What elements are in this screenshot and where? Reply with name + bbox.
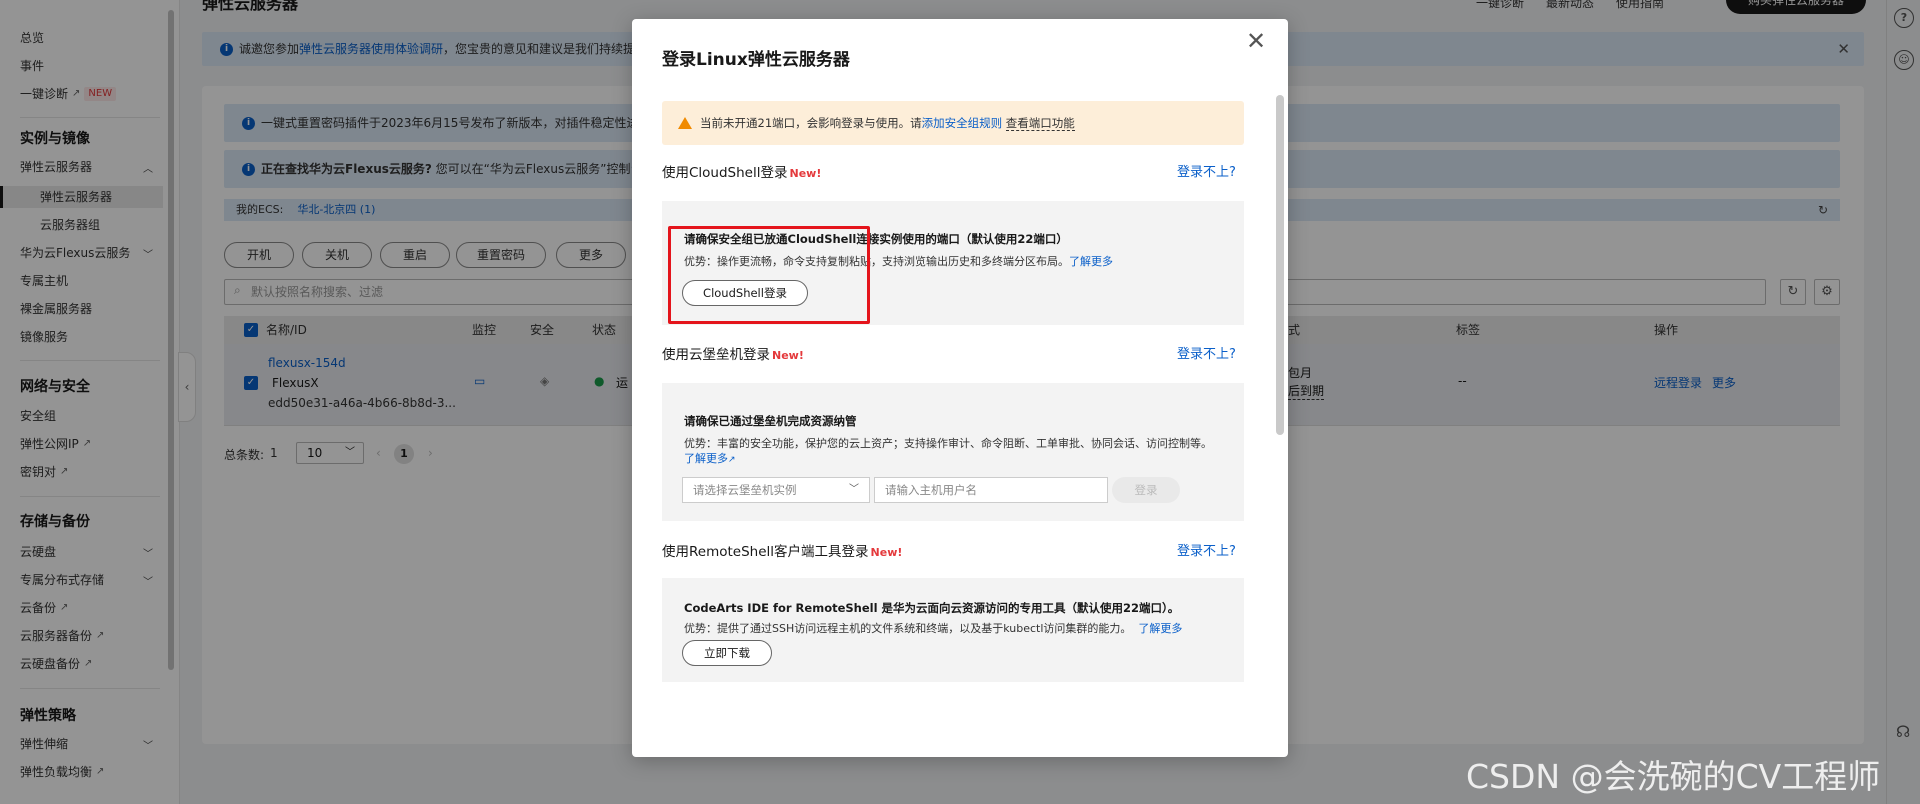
bastion-help-link[interactable]: 登录不上? xyxy=(1177,343,1236,362)
section-title-text: 使用CloudShell登录 xyxy=(662,165,788,181)
dialog-title: 登录Linux弹性云服务器 xyxy=(662,50,850,70)
new-tag: New! xyxy=(772,349,804,362)
login-dialog: 登录Linux弹性云服务器 ✕ 当前未开通21端口，会影响登录与使用。请添加安全… xyxy=(632,19,1288,757)
port-warning: 当前未开通21端口，会影响登录与使用。请添加安全组规则 查看端口功能 xyxy=(662,101,1244,145)
new-tag: New! xyxy=(870,546,903,559)
dialog-scrollbar[interactable] xyxy=(1276,95,1284,435)
remoteshell-description: 优势：提供了通过SSH访问远程主机的文件系统和终端，以及基于kubectl访问集… xyxy=(684,620,1182,636)
download-button[interactable]: 立即下载 xyxy=(682,640,772,666)
description-text: 优势：提供了通过SSH访问远程主机的文件系统和终端，以及基于kubectl访问集… xyxy=(684,622,1132,635)
warning-icon xyxy=(678,116,692,129)
learn-more-link[interactable]: 了解更多 xyxy=(1069,255,1113,268)
bastion-description: 优势：丰富的安全功能，保护您的云上资产；支持操作审计、命令阻断、工单审批、协同会… xyxy=(684,437,1212,450)
bastion-section-title: 使用云堡垒机登录 New! xyxy=(662,343,804,363)
learn-more-link[interactable]: 了解更多 xyxy=(684,452,728,465)
close-icon[interactable]: ✕ xyxy=(1246,29,1266,53)
external-link-icon: ↗ xyxy=(728,455,736,465)
section-title-text: 使用RemoteShell客户端工具登录 xyxy=(662,544,869,560)
new-tag: New! xyxy=(789,167,822,180)
select-placeholder: 请选择云堡垒机实例 xyxy=(693,483,797,497)
watermark: CSDN @会洗碗的CV工程师 xyxy=(1466,757,1881,796)
remoteshell-help-link[interactable]: 登录不上? xyxy=(1177,540,1236,559)
remoteshell-section-title: 使用RemoteShell客户端工具登录 New! xyxy=(662,540,902,560)
bastion-panel: 请确保已通过堡垒机完成资源纳管 优势：丰富的安全功能，保护您的云上资产；支持操作… xyxy=(662,383,1244,521)
warning-text: 当前未开通21端口，会影响登录与使用。请 xyxy=(700,116,922,130)
learn-more-link[interactable]: 了解更多 xyxy=(1138,622,1182,635)
section-title-text: 使用云堡垒机登录 xyxy=(662,347,770,363)
remoteshell-heading: CodeArts IDE for RemoteShell 是华为云面向云资源访问… xyxy=(684,601,1180,615)
highlight-box xyxy=(668,226,870,324)
host-username-input[interactable]: 请输入主机用户名 xyxy=(874,477,1108,503)
remoteshell-panel: CodeArts IDE for RemoteShell 是华为云面向云资源访问… xyxy=(662,578,1244,682)
view-port-link[interactable]: 查看端口功能 xyxy=(1005,116,1075,131)
chevron-down-icon: ﹀ xyxy=(849,484,859,495)
add-rule-link[interactable]: 添加安全组规则 xyxy=(922,116,1003,130)
bastion-login-button[interactable]: 登录 xyxy=(1112,477,1180,503)
bastion-heading: 请确保已通过堡垒机完成资源纳管 xyxy=(684,414,857,428)
cloudshell-section-title: 使用CloudShell登录 New! xyxy=(662,161,821,181)
bastion-learn-more[interactable]: 了解更多↗ xyxy=(684,450,736,466)
bastion-instance-select[interactable]: 请选择云堡垒机实例 ﹀ xyxy=(682,477,870,503)
cloudshell-help-link[interactable]: 登录不上? xyxy=(1177,161,1236,180)
